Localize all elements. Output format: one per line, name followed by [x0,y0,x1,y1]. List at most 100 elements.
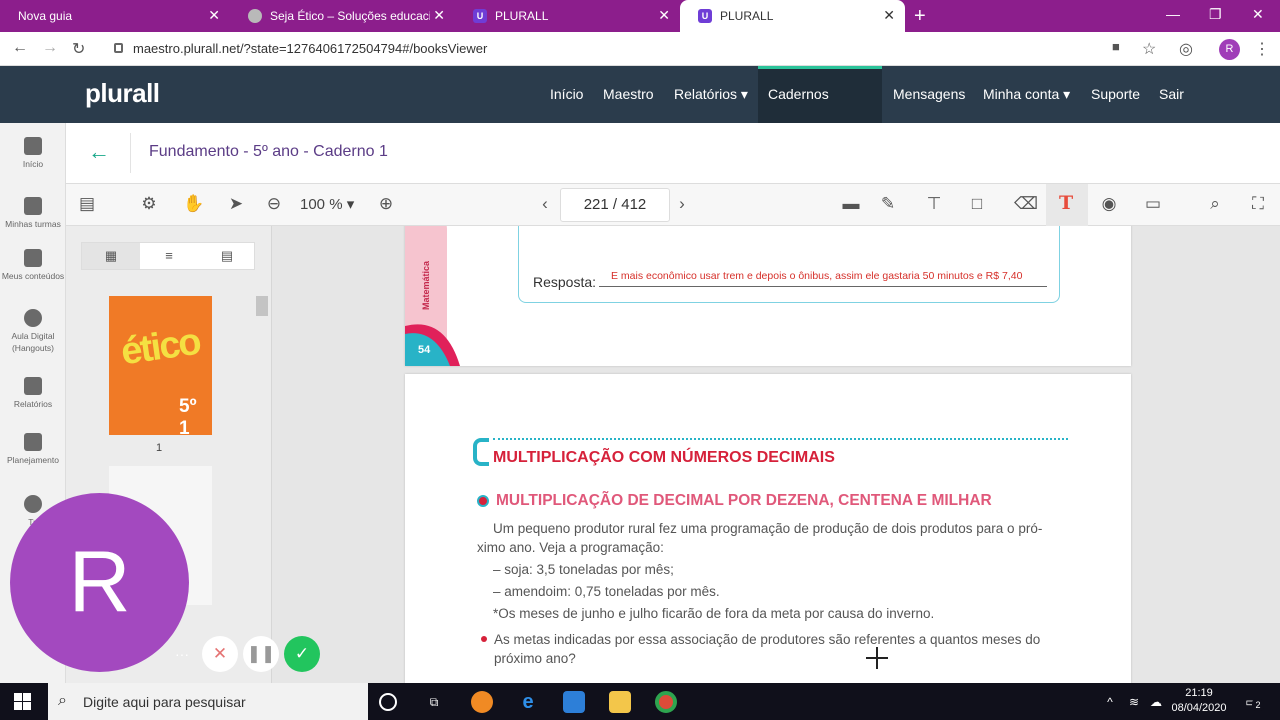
page-thumbnail-cover[interactable]: ético 5º 1 [109,296,212,435]
nav-sair[interactable]: Sair [1149,66,1194,123]
thumbnail-scrollbar[interactable] [256,296,268,316]
chevron-up-icon[interactable]: ^ [1099,691,1121,713]
zoom-out-icon[interactable]: ⊖ [264,194,284,214]
extension-icon[interactable]: ◎ [1179,39,1193,59]
window-close-icon[interactable]: ✕ [1252,6,1264,23]
eraser-icon[interactable]: ⌫ [1014,194,1038,214]
file-explorer-icon[interactable] [609,691,631,713]
divider [130,133,131,173]
sidebar-toggle-icon[interactable]: ▤ [77,194,97,214]
tab-nova-guia[interactable]: Nova guia ✕ [0,0,230,32]
rail-label: Início [22,159,44,169]
eye-icon[interactable]: ◉ [1099,194,1119,214]
rail-item-minhas-turmas[interactable]: Minhas turmas [0,197,66,230]
new-tab-icon[interactable]: + [914,5,926,28]
annotations-tab-icon[interactable]: ▤ [198,243,256,269]
cancel-icon[interactable]: ✕ [202,636,238,672]
comment-icon[interactable]: ▬ [841,194,861,214]
zoom-select[interactable]: 100 % ▾ [300,195,354,213]
site-header: plurall Início Maestro Relatórios ▾ Cade… [0,66,1280,153]
prev-page-icon[interactable]: ‹ [535,194,555,214]
zoom-in-icon[interactable]: ⊕ [376,194,396,214]
home-icon [24,137,42,155]
nav-minha-conta[interactable]: Minha conta ▾ [973,66,1080,123]
pause-icon[interactable]: ❚❚ [243,636,279,672]
back-arrow-icon[interactable]: ← [88,139,110,165]
question-bullet-icon [481,636,487,642]
tab-plurall[interactable]: U PLURALL ✕ [455,0,680,32]
profile-avatar[interactable]: R [1219,39,1240,60]
nav-relatorios[interactable]: Relatórios ▾ [664,66,758,123]
rail-item-planejamento[interactable]: Planejamento [0,433,66,466]
section-bracket-icon [473,438,489,466]
notes-icon[interactable]: ▭ [1143,194,1163,214]
camera-icon[interactable]: ■ [1112,39,1120,54]
search-placeholder: Digite aqui para pesquisar [83,694,246,710]
text-box-icon[interactable]: ⊤ [924,194,944,214]
close-icon[interactable]: ✕ [433,8,445,22]
wifi-icon[interactable]: ≋ [1123,691,1145,713]
tab-label: Seja Ético – Soluções educacionais [270,9,430,23]
taskbar-search[interactable]: ⌕ Digite aqui para pesquisar [48,683,368,720]
chrome-icon[interactable] [655,691,677,713]
cloud-icon[interactable]: ☁ [1145,691,1167,713]
nav-cadernos-digitais[interactable]: Cadernos digitais [758,66,882,153]
clock-date: 08/04/2020 [1171,702,1227,714]
rail-item-relatorios[interactable]: Relatórios [0,377,66,410]
hand-icon[interactable]: ✋ [183,194,204,214]
outline-tab-icon[interactable]: ≡ [140,243,198,269]
next-page-icon[interactable]: › [672,194,692,214]
book-title-bar: ← Fundamento - 5º ano - Caderno 1 [66,123,1280,184]
edge-icon[interactable]: e [517,691,539,713]
plurall-logo[interactable]: plurall [85,78,160,109]
pointer-icon[interactable]: ➤ [226,194,246,214]
url-text: maestro.plurall.net/?state=1276406172504… [133,41,488,56]
menu-dots-icon[interactable]: ⋮ [1254,39,1270,59]
cover-grade: 5º 1 [179,396,197,435]
nav-mensagens[interactable]: Mensagens [883,66,975,123]
browser-tab-strip: Nova guia ✕ Seja Ético – Soluções educac… [0,0,1280,32]
rail-item-aula-digital[interactable]: Aula Digital (Hangouts) [0,309,66,354]
play-icon [24,495,42,513]
windows-start-icon[interactable] [14,693,31,710]
nav-inicio[interactable]: Início [540,66,593,123]
thumbnail-page-number: 1 [156,442,163,454]
page-indicator[interactable]: 221 / 412 [560,188,670,222]
notebook-icon [24,197,42,215]
reload-icon[interactable]: ↻ [72,39,85,59]
rail-item-meus-conteudos[interactable]: Meus conteúdos [0,249,66,282]
rail-item-inicio[interactable]: Início [0,137,66,170]
answer-text[interactable]: E mais econômico usar trem e depois o ôn… [599,270,1047,287]
confirm-check-icon[interactable]: ✓ [284,636,320,672]
thumbnails-tab-icon[interactable]: ▦ [82,243,140,269]
forward-icon[interactable]: → [42,39,58,57]
rail-label: Planejamento [7,455,59,465]
nav-suporte[interactable]: Suporte [1081,66,1150,123]
close-icon[interactable]: ✕ [883,8,895,22]
close-icon[interactable]: ✕ [658,8,670,22]
task-view-icon[interactable]: ⧉ [423,691,445,713]
star-icon[interactable]: ☆ [1142,39,1156,59]
rectangle-icon[interactable]: □ [967,194,987,214]
fullscreen-icon[interactable]: ⛶ [1248,194,1268,214]
store-icon[interactable] [563,691,585,713]
maximize-icon[interactable]: ❐ [1209,6,1222,23]
tab-seja-etico[interactable]: Seja Ético – Soluções educacionais ✕ [230,0,455,32]
section-heading: MULTIPLICAÇÃO COM NÚMEROS DECIMAIS [493,449,835,466]
url-field[interactable]: maestro.plurall.net/?state=1276406172504… [108,37,1108,61]
text-tool-button[interactable]: T [1046,184,1088,226]
tab-plurall-active[interactable]: U PLURALL ✕ [680,0,905,32]
pen-icon[interactable]: ✎ [878,194,898,214]
lock-icon [114,43,123,53]
system-clock[interactable]: 21:19 08/04/2020 [1166,686,1232,716]
minimize-icon[interactable]: — [1166,6,1180,22]
search-icon[interactable]: ⌕ [1205,194,1225,214]
close-icon[interactable]: ✕ [208,8,220,22]
app-icon[interactable] [471,691,493,713]
cortana-icon[interactable] [379,693,397,711]
answer-box: Resposta: E mais econômico usar trem e d… [518,226,1060,303]
gear-icon[interactable]: ⚙ [139,194,159,214]
nav-maestro[interactable]: Maestro [593,66,664,123]
back-icon[interactable]: ← [12,39,28,57]
more-options-icon[interactable]: ··· [164,636,200,672]
